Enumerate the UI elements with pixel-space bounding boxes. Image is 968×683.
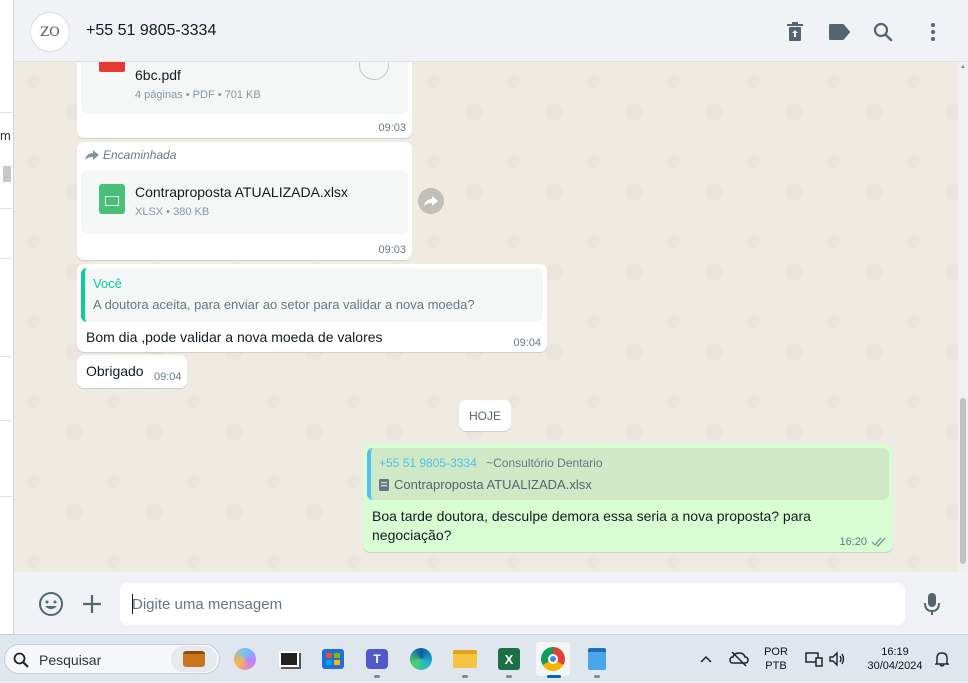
quote-contact-name: ~Consultório Dentario <box>486 456 603 470</box>
delete-icon[interactable] <box>783 20 807 44</box>
teams-icon[interactable]: T <box>362 644 392 678</box>
forward-button[interactable] <box>418 188 444 214</box>
contact-name[interactable]: +55 51 9805-3334 <box>86 22 216 40</box>
search-icon <box>13 652 29 668</box>
message-text: Obrigado <box>86 363 144 379</box>
scrollbar-thumb[interactable] <box>960 398 966 564</box>
quote-author: Você <box>93 276 122 291</box>
edge-icon[interactable] <box>406 644 436 674</box>
pdf-icon <box>99 62 125 72</box>
chat-scrollbar[interactable]: ▲ <box>958 62 968 572</box>
divider <box>0 496 12 497</box>
notification-bell-icon[interactable] <box>932 635 952 683</box>
message-pdf[interactable]: 6bc.pdf 4 páginas • PDF • 701 KB 09:03 <box>77 62 412 138</box>
document-icon <box>379 478 389 491</box>
chrome-icon[interactable] <box>535 641 571 678</box>
message-time: 16:20 <box>839 536 867 548</box>
briefcase-icon <box>171 646 217 672</box>
download-icon[interactable] <box>359 62 389 80</box>
date-chip: HOJE <box>459 400 511 431</box>
quote-file: Contraproposta ATUALIZADA.xlsx <box>379 477 592 492</box>
file-card-xlsx[interactable]: Contraproposta ATUALIZADA.xlsx XLSX • 38… <box>81 170 408 234</box>
quote-header: +55 51 9805-3334 ~Consultório Dentario <box>379 456 603 470</box>
forwarded-text: Encaminhada <box>103 148 177 162</box>
taskbar-search[interactable]: Pesquisar <box>4 644 220 674</box>
clock-date: 30/04/2024 <box>867 660 923 672</box>
search-label: Pesquisar <box>39 652 102 668</box>
file-name: Contraproposta ATUALIZADA.xlsx <box>135 184 348 200</box>
network-icon[interactable] <box>804 635 824 683</box>
message-outgoing[interactable]: +55 51 9805-3334 ~Consultório Dentario C… <box>363 444 893 552</box>
clock-time: 16:19 <box>881 646 909 658</box>
file-meta: 4 páginas • PDF • 701 KB <box>135 89 261 101</box>
quote-file-name: Contraproposta ATUALIZADA.xlsx <box>394 477 592 492</box>
language-indicator[interactable]: POR PTB <box>760 635 792 683</box>
whatsapp-window: m ZO +55 51 9805-3334 6bc.pdf 4 páginas … <box>0 0 968 634</box>
store-icon[interactable] <box>318 644 348 674</box>
forward-icon <box>85 150 99 160</box>
file-explorer-icon[interactable] <box>450 644 480 678</box>
spreadsheet-icon <box>99 184 125 214</box>
message-time: 09:03 <box>378 244 406 256</box>
notepad-icon[interactable] <box>582 644 612 678</box>
message-input-box[interactable] <box>120 583 905 625</box>
forwarded-label: Encaminhada <box>85 148 176 162</box>
quoted-message[interactable]: +55 51 9805-3334 ~Consultório Dentario C… <box>367 448 889 500</box>
message-text-line-1: Boa tarde doutora, desculpe demora essa … <box>372 508 811 524</box>
excel-icon[interactable]: X <box>494 644 524 678</box>
windows-taskbar: Pesquisar T X POR PTB 16:19 30/04/2024 <box>0 634 968 682</box>
text-caret <box>132 594 133 614</box>
message-text-line-2: negociação? <box>372 527 452 543</box>
message-thanks[interactable]: Obrigado 09:04 <box>77 355 187 388</box>
avatar[interactable]: ZO <box>30 12 70 52</box>
message-text: Bom dia ,pode validar a nova moeda de va… <box>86 329 383 345</box>
message-status: 16:20 <box>839 536 887 548</box>
message-time: 09:03 <box>378 122 406 134</box>
forward-icon <box>424 196 438 206</box>
double-check-icon <box>871 537 886 547</box>
search-icon[interactable] <box>871 20 895 44</box>
quote-text: A doutora aceita, para enviar ao setor p… <box>93 297 475 312</box>
message-time: 09:04 <box>513 337 541 349</box>
file-card-pdf[interactable]: 6bc.pdf 4 páginas • PDF • 701 KB <box>81 62 408 114</box>
language-code: POR <box>764 646 788 658</box>
onedrive-offline-icon[interactable] <box>728 635 750 683</box>
chat-list-edge: m <box>0 0 14 634</box>
label-icon[interactable] <box>827 20 851 44</box>
chat-header: ZO +55 51 9805-3334 <box>14 0 968 62</box>
chevron-up-icon[interactable] <box>696 635 716 683</box>
divider <box>0 356 12 357</box>
partial-text: m <box>0 128 11 143</box>
compose-bar <box>14 572 968 634</box>
keyboard-layout: PTB <box>765 660 787 672</box>
file-meta: XLSX • 380 KB <box>135 206 210 218</box>
quoted-message[interactable]: Você A doutora aceita, para enviar ao se… <box>81 268 543 322</box>
scroll-up-arrow[interactable]: ▲ <box>960 64 966 70</box>
copilot-icon[interactable] <box>230 644 260 674</box>
message-reply[interactable]: Você A doutora aceita, para enviar ao se… <box>77 264 547 352</box>
microphone-icon[interactable] <box>918 590 946 618</box>
attach-plus-icon[interactable] <box>78 590 106 618</box>
task-view-icon[interactable] <box>274 644 304 674</box>
chat-list-scrollbar[interactable] <box>3 166 11 182</box>
message-xlsx[interactable]: Encaminhada Contraproposta ATUALIZADA.xl… <box>77 142 412 260</box>
divider <box>0 420 12 421</box>
divider <box>0 208 12 209</box>
divider <box>0 258 12 259</box>
quote-author: +55 51 9805-3334 <box>379 456 477 470</box>
message-time: 09:04 <box>154 371 182 383</box>
menu-icon[interactable] <box>921 20 945 44</box>
clock[interactable]: 16:19 30/04/2024 <box>858 635 932 683</box>
divider <box>0 112 12 113</box>
message-input[interactable] <box>120 583 905 625</box>
volume-icon[interactable] <box>828 635 848 683</box>
emoji-icon[interactable] <box>37 590 65 618</box>
message-area[interactable]: 6bc.pdf 4 páginas • PDF • 701 KB 09:03 E… <box>14 62 958 572</box>
file-name: 6bc.pdf <box>135 67 181 83</box>
